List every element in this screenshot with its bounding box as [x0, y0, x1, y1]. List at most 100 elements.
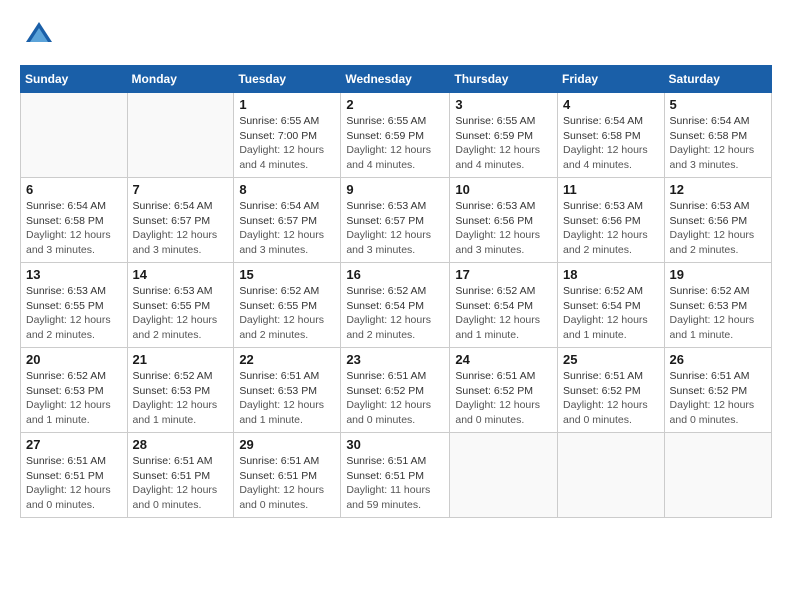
day-info: Sunrise: 6:54 AMSunset: 6:58 PMDaylight:… — [670, 114, 766, 173]
sunset-label: Sunset: 6:51 PM — [239, 470, 317, 482]
calendar-cell: 21Sunrise: 6:52 AMSunset: 6:53 PMDayligh… — [127, 348, 234, 433]
daylight-label: Daylight: 12 hours and 1 minute. — [26, 399, 111, 426]
calendar-cell — [558, 433, 665, 518]
sunset-label: Sunset: 6:59 PM — [346, 130, 424, 142]
calendar-table: SundayMondayTuesdayWednesdayThursdayFrid… — [20, 65, 772, 518]
calendar-cell: 23Sunrise: 6:51 AMSunset: 6:52 PMDayligh… — [341, 348, 450, 433]
week-row-2: 6 Sunrise: 6:54 AM Sunset: 6:58 PM Daylight… — [21, 178, 772, 263]
calendar-cell: 10 Sunrise: 6:53 AMSunset: 6:56 PMDayligh… — [450, 178, 558, 263]
day-info: Sunrise: 6:54 AMSunset: 6:57 PMDaylight:… — [239, 199, 335, 258]
sunrise-label: Sunrise: 6:51 AM — [133, 455, 213, 467]
day-info: Sunrise: 6:53 AMSunset: 6:56 PMDaylight:… — [563, 199, 659, 258]
sunset-label: Sunset: 6:53 PM — [26, 385, 104, 397]
sunrise-label: Sunrise: 6:52 AM — [239, 285, 319, 297]
daylight-label: Daylight: 12 hours and 3 minutes. — [346, 229, 431, 256]
sunrise-label: Sunrise: 6:51 AM — [346, 455, 426, 467]
sunrise-label: Sunrise: 6:51 AM — [346, 370, 426, 382]
calendar-cell: 30Sunrise: 6:51 AMSunset: 6:51 PMDayligh… — [341, 433, 450, 518]
daylight-label: Daylight: 12 hours and 2 minutes. — [346, 314, 431, 341]
weekday-header-sunday: Sunday — [21, 66, 128, 93]
daylight-label: Daylight: 12 hours and 2 minutes. — [563, 229, 648, 256]
calendar-cell — [127, 93, 234, 178]
day-info: Sunrise: 6:52 AMSunset: 6:54 PMDaylight:… — [563, 284, 659, 343]
daylight-label: Daylight: 12 hours and 1 minute. — [133, 399, 218, 426]
day-number: 10 — [455, 182, 552, 197]
week-row-4: 20Sunrise: 6:52 AMSunset: 6:53 PMDayligh… — [21, 348, 772, 433]
sunrise-label: Sunrise: 6:51 AM — [455, 370, 535, 382]
day-number: 28 — [133, 437, 229, 452]
sunset-label: Sunset: 6:53 PM — [670, 300, 748, 312]
day-info: Sunrise: 6:55 AMSunset: 6:59 PMDaylight:… — [455, 114, 552, 173]
day-number: 18 — [563, 267, 659, 282]
daylight-label: Daylight: 12 hours and 1 minute. — [670, 314, 755, 341]
calendar-cell: 3Sunrise: 6:55 AMSunset: 6:59 PMDaylight… — [450, 93, 558, 178]
sunrise-label: Sunrise: 6:55 AM — [239, 115, 319, 127]
daylight-label: Daylight: 12 hours and 1 minute. — [239, 399, 324, 426]
daylight-label: Daylight: 12 hours and 3 minutes. — [455, 229, 540, 256]
day-info: Sunrise: 6:52 AMSunset: 6:55 PMDaylight:… — [239, 284, 335, 343]
sunset-label: Sunset: 6:52 PM — [563, 385, 641, 397]
day-number: 19 — [670, 267, 766, 282]
day-number: 27 — [26, 437, 122, 452]
daylight-label: Daylight: 12 hours and 0 minutes. — [670, 399, 755, 426]
sunrise-label: Sunrise: 6:54 AM — [26, 200, 106, 212]
calendar-cell: 29Sunrise: 6:51 AMSunset: 6:51 PMDayligh… — [234, 433, 341, 518]
day-number: 14 — [133, 267, 229, 282]
sunrise-label: Sunrise: 6:52 AM — [563, 285, 643, 297]
sunset-label: Sunset: 6:56 PM — [670, 215, 748, 227]
sunrise-label: Sunrise: 6:54 AM — [670, 115, 750, 127]
sunset-label: Sunset: 6:52 PM — [670, 385, 748, 397]
sunrise-label: Sunrise: 6:53 AM — [670, 200, 750, 212]
day-info: Sunrise: 6:54 AMSunset: 6:58 PMDaylight:… — [563, 114, 659, 173]
day-info: Sunrise: 6:51 AM Sunset: 6:52 PM Daylight:… — [346, 369, 444, 428]
day-number: 16 — [346, 267, 444, 282]
sunset-label: Sunset: 6:55 PM — [26, 300, 104, 312]
sunset-label: Sunset: 6:53 PM — [133, 385, 211, 397]
daylight-label: Daylight: 12 hours and 2 minutes. — [26, 314, 111, 341]
day-info: Sunrise: 6:54 AMSunset: 6:57 PMDaylight:… — [133, 199, 229, 258]
daylight-label: Daylight: 12 hours and 4 minutes. — [455, 144, 540, 171]
daylight-label: Daylight: 12 hours and 1 minute. — [563, 314, 648, 341]
sunrise-label: Sunrise: 6:51 AM — [26, 455, 106, 467]
day-number: 15 — [239, 267, 335, 282]
daylight-label: Daylight: 12 hours and 0 minutes. — [346, 399, 431, 426]
calendar-cell — [21, 93, 128, 178]
sunset-label: Sunset: 6:52 PM — [346, 385, 424, 397]
calendar-cell: 24Sunrise: 6:51 AMSunset: 6:52 PMDayligh… — [450, 348, 558, 433]
week-row-3: 13Sunrise: 6:53 AMSunset: 6:55 PMDayligh… — [21, 263, 772, 348]
sunset-label: Sunset: 6:57 PM — [239, 215, 317, 227]
day-number: 21 — [133, 352, 229, 367]
day-number: 4 — [563, 97, 659, 112]
page-header — [20, 20, 772, 50]
calendar-cell: 16 Sunrise: 6:52 AMSunset: 6:54 PMDayligh… — [341, 263, 450, 348]
day-info: Sunrise: 6:55 AMSunset: 6:59 PMDaylight:… — [346, 114, 444, 173]
day-number: 1 — [239, 97, 335, 112]
daylight-label: Daylight: 12 hours and 4 minutes. — [239, 144, 324, 171]
weekday-header-tuesday: Tuesday — [234, 66, 341, 93]
calendar-cell: 26Sunrise: 6:51 AMSunset: 6:52 PMDayligh… — [664, 348, 771, 433]
sunset-label: Sunset: 6:58 PM — [26, 215, 104, 227]
day-info: Sunrise: 6:52 AMSunset: 6:54 PMDaylight:… — [346, 284, 444, 343]
sunset-label: Sunset: 6:52 PM — [455, 385, 533, 397]
sunset-label: Sunset: 6:51 PM — [26, 470, 104, 482]
day-number: 6 — [26, 182, 122, 197]
calendar-cell: 4 Sunrise: 6:54 AMSunset: 6:58 PMDaylight… — [558, 93, 665, 178]
sunrise-label: Sunrise: 6:51 AM — [563, 370, 643, 382]
calendar-cell: 5Sunrise: 6:54 AMSunset: 6:58 PMDaylight… — [664, 93, 771, 178]
sunset-label: Sunset: 6:57 PM — [346, 215, 424, 227]
sunset-label: Sunset: 6:58 PM — [670, 130, 748, 142]
calendar-cell: 17Sunrise: 6:52 AMSunset: 6:54 PMDayligh… — [450, 263, 558, 348]
day-number: 5 — [670, 97, 766, 112]
sunset-label: Sunset: 6:51 PM — [133, 470, 211, 482]
daylight-label: Daylight: 12 hours and 0 minutes. — [133, 484, 218, 511]
daylight-label: Daylight: 12 hours and 0 minutes. — [239, 484, 324, 511]
weekday-header-thursday: Thursday — [450, 66, 558, 93]
calendar-cell: 2Sunrise: 6:55 AMSunset: 6:59 PMDaylight… — [341, 93, 450, 178]
day-info: Sunrise: 6:53 AMSunset: 6:56 PMDaylight:… — [455, 199, 552, 258]
daylight-label: Daylight: 12 hours and 2 minutes. — [133, 314, 218, 341]
sunrise-label: Sunrise: 6:53 AM — [26, 285, 106, 297]
day-info: Sunrise: 6:55 AMSunset: 7:00 PMDaylight:… — [239, 114, 335, 173]
day-info: Sunrise: 6:54 AMSunset: 6:58 PMDaylight:… — [26, 199, 122, 258]
sunset-label: Sunset: 6:53 PM — [239, 385, 317, 397]
logo — [20, 20, 54, 50]
